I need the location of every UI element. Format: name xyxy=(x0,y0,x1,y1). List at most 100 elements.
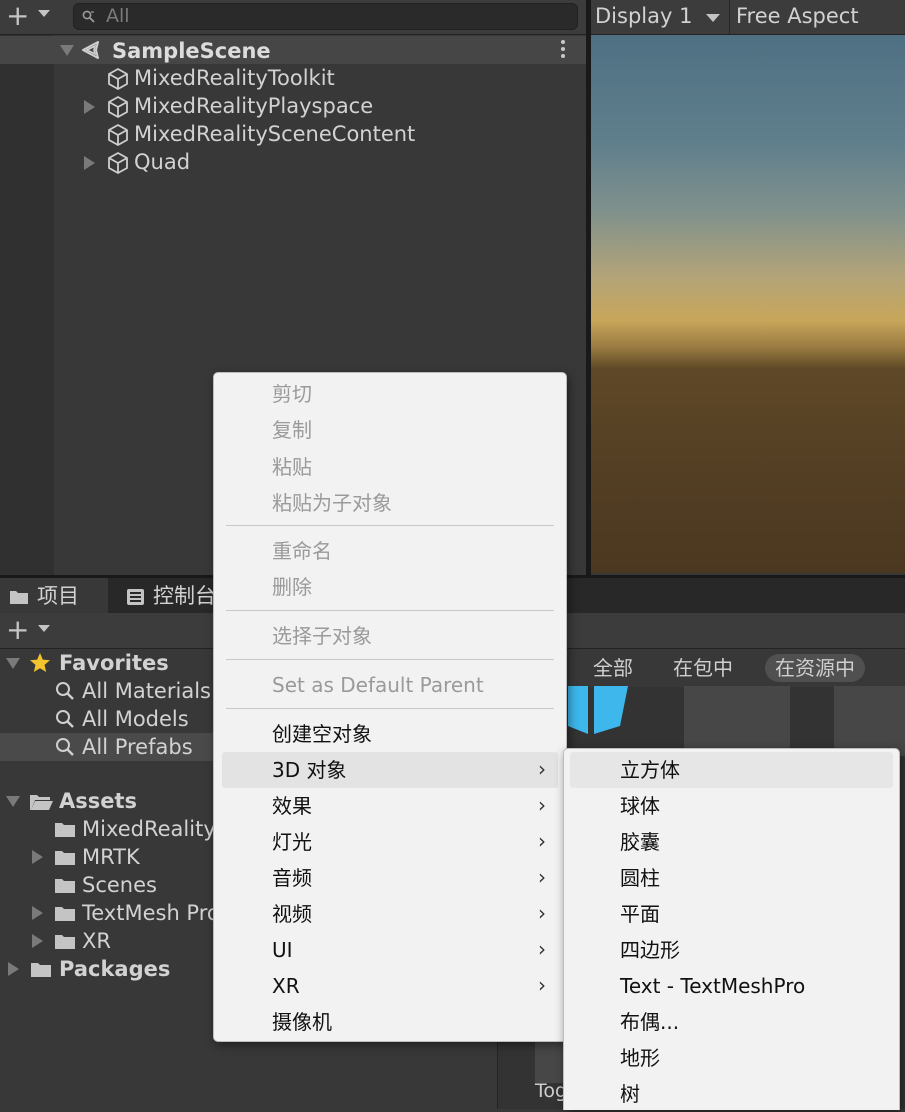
submenu-item-terrain[interactable]: 地形 xyxy=(570,1040,893,1076)
scene-menu-kebab-icon[interactable] xyxy=(560,40,566,61)
game-view-viewport[interactable] xyxy=(591,35,905,573)
collapse-arrow-icon[interactable] xyxy=(60,45,74,56)
asset-thumbnail[interactable] xyxy=(834,686,905,756)
folder-icon xyxy=(10,591,28,604)
expand-arrow-icon[interactable] xyxy=(84,100,95,114)
submenu-item-label: Text - TextMeshPro xyxy=(620,974,806,998)
chevron-right-icon: › xyxy=(538,757,546,781)
submenu-item-sphere[interactable]: 球体 xyxy=(570,788,893,824)
menu-item-paste-as-child[interactable]: 粘贴为子对象 xyxy=(222,485,558,521)
aspect-dropdown[interactable]: Free Aspect xyxy=(729,0,905,34)
submenu-item-cylinder[interactable]: 圆柱 xyxy=(570,860,893,896)
console-icon xyxy=(127,589,144,605)
menu-item-light[interactable]: 灯光 › xyxy=(222,824,558,860)
aspect-label: Free Aspect xyxy=(736,4,859,28)
menu-item-xr[interactable]: XR › xyxy=(222,968,558,1004)
submenu-item-label: 胶囊 xyxy=(620,830,660,854)
packages-label: Packages xyxy=(59,957,171,981)
search-icon xyxy=(56,710,74,728)
hierarchy-item[interactable]: MixedRealitySceneContent xyxy=(0,120,586,148)
asset-thumbnail[interactable] xyxy=(684,686,790,756)
menu-item-paste[interactable]: 粘贴 xyxy=(222,449,558,485)
hierarchy-item-label: MixedRealityPlayspace xyxy=(134,94,374,118)
tab-label: 控制台 xyxy=(153,584,216,608)
scene-row[interactable]: SampleScene xyxy=(0,36,586,64)
create-plus-icon[interactable]: + xyxy=(6,616,29,644)
expand-arrow-icon[interactable] xyxy=(8,962,19,976)
favorites-label: Favorites xyxy=(59,651,169,675)
submenu-item-cube[interactable]: 立方体 xyxy=(570,752,893,788)
folder-open-icon xyxy=(30,795,53,810)
hierarchy-item-label: Quad xyxy=(134,150,191,174)
menu-item-select-children[interactable]: 选择子对象 xyxy=(222,618,558,654)
submenu-item-label: 布偶... xyxy=(620,1010,680,1034)
hierarchy-item[interactable]: MixedRealityToolkit xyxy=(0,64,586,92)
menu-item-copy[interactable]: 复制 xyxy=(222,412,558,448)
gameobject-cube-icon xyxy=(108,68,128,90)
chevron-down-icon xyxy=(706,14,720,22)
menu-item-rename[interactable]: 重命名 xyxy=(222,533,558,569)
folder-icon xyxy=(55,935,75,949)
menu-item-delete[interactable]: 删除 xyxy=(222,569,558,605)
menu-separator xyxy=(226,708,554,709)
folder-icon xyxy=(31,963,51,977)
menu-item-effects[interactable]: 效果 › xyxy=(222,788,558,824)
menu-separator xyxy=(226,525,554,526)
display-label: Display 1 xyxy=(595,4,693,28)
chevron-right-icon: › xyxy=(538,865,546,889)
menu-item-cut[interactable]: 剪切 xyxy=(222,376,558,412)
menu-item-create-empty[interactable]: 创建空对象 xyxy=(222,716,558,752)
tab-label: 项目 xyxy=(37,584,79,608)
menu-item-label: Set as Default Parent xyxy=(272,673,484,697)
display-dropdown[interactable]: Display 1 xyxy=(591,0,726,34)
menu-item-video[interactable]: 视频 › xyxy=(222,896,558,932)
submenu-item-label: 立方体 xyxy=(620,758,680,782)
menu-item-label: 删除 xyxy=(272,575,312,599)
create-plus-icon[interactable]: + xyxy=(6,2,29,30)
menu-item-label: 灯光 xyxy=(272,830,312,854)
filter-in-assets[interactable]: 在资源中 xyxy=(765,654,865,682)
expand-arrow-icon[interactable] xyxy=(32,934,43,948)
hierarchy-search-input[interactable]: All xyxy=(73,3,578,30)
create-dropdown-icon[interactable] xyxy=(38,10,50,17)
tab-project[interactable]: 项目 xyxy=(0,578,108,613)
assets-label: Assets xyxy=(59,789,138,813)
submenu-item-capsule[interactable]: 胶囊 xyxy=(570,824,893,860)
hierarchy-item[interactable]: Quad xyxy=(0,148,586,176)
folder-icon xyxy=(55,879,75,893)
submenu-item-ragdoll[interactable]: 布偶... xyxy=(570,1004,893,1040)
create-dropdown-icon[interactable] xyxy=(38,625,50,632)
prefab-icon xyxy=(568,686,628,734)
favorite-item-label: All Models xyxy=(82,707,189,731)
menu-item-audio[interactable]: 音频 › xyxy=(222,860,558,896)
submenu-item-plane[interactable]: 平面 xyxy=(570,896,893,932)
search-icon xyxy=(82,10,96,28)
expand-arrow-icon[interactable] xyxy=(32,850,43,864)
menu-item-set-default-parent[interactable]: Set as Default Parent xyxy=(222,667,558,703)
search-placeholder: All xyxy=(106,5,130,27)
menu-item-ui[interactable]: UI › xyxy=(222,932,558,968)
menu-item-camera[interactable]: 摄像机 xyxy=(222,1004,558,1040)
menu-item-label: 剪切 xyxy=(272,382,312,406)
filter-all[interactable]: 全部 xyxy=(583,654,643,682)
collapse-arrow-icon[interactable] xyxy=(6,658,20,669)
menu-item-label: 效果 xyxy=(272,794,312,818)
submenu-item-quad[interactable]: 四边形 xyxy=(570,932,893,968)
submenu-item-label: 球体 xyxy=(620,794,660,818)
expand-arrow-icon[interactable] xyxy=(84,156,95,170)
game-toolbar: Display 1 Free Aspect xyxy=(591,0,905,35)
search-icon xyxy=(56,738,74,756)
submenu-item-label: 圆柱 xyxy=(620,866,660,890)
filter-in-packages[interactable]: 在包中 xyxy=(663,654,743,682)
asset-folder-label: Scenes xyxy=(82,873,157,897)
submenu-item-textmeshpro[interactable]: Text - TextMeshPro xyxy=(570,968,893,1004)
menu-item-label: 重命名 xyxy=(272,539,332,563)
hierarchy-item[interactable]: MixedRealityPlayspace xyxy=(0,92,586,120)
folder-icon xyxy=(55,851,75,865)
tab-console[interactable]: 控制台 xyxy=(112,578,222,613)
submenu-item-tree[interactable]: 树 xyxy=(570,1076,893,1112)
menu-item-label: XR xyxy=(272,974,300,998)
expand-arrow-icon[interactable] xyxy=(32,906,43,920)
collapse-arrow-icon[interactable] xyxy=(6,796,20,807)
menu-item-3d-object[interactable]: 3D 对象 › xyxy=(222,752,558,788)
